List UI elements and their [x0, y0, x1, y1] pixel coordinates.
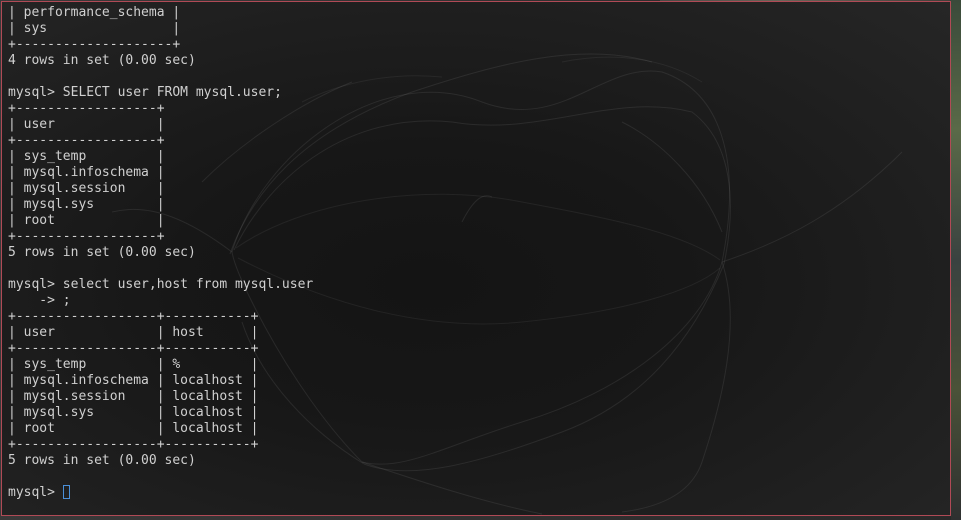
terminal-line: +--------------------+	[8, 37, 181, 52]
terminal-line: | mysql.sys |	[8, 197, 165, 212]
terminal-line: | mysql.session |	[8, 181, 165, 196]
terminal-line: | mysql.sys | localhost |	[8, 405, 259, 420]
terminal-line: | mysql.infoschema |	[8, 165, 165, 180]
terminal-line: +------------------+	[8, 133, 165, 148]
terminal-line: 4 rows in set (0.00 sec)	[8, 53, 196, 68]
mysql-prompt: mysql>	[8, 485, 63, 500]
terminal-line: 5 rows in set (0.00 sec)	[8, 453, 196, 468]
terminal-line: +------------------+	[8, 229, 165, 244]
terminal-line: | mysql.session | localhost |	[8, 389, 259, 404]
terminal-line: mysql> SELECT user FROM mysql.user;	[8, 85, 282, 100]
terminal-line: | root | localhost |	[8, 421, 259, 436]
terminal-line: +------------------+-----------+	[8, 437, 259, 452]
terminal-line: +------------------+-----------+	[8, 341, 259, 356]
terminal-line: | performance_schema |	[8, 5, 181, 20]
terminal-line: | user |	[8, 117, 165, 132]
terminal-line: +------------------+-----------+	[8, 309, 259, 324]
terminal-output[interactable]: | performance_schema | | sys | +----------…	[8, 5, 313, 501]
desktop-wallpaper-strip	[951, 0, 961, 520]
terminal-line: +------------------+	[8, 101, 165, 116]
terminal-line: | mysql.infoschema | localhost |	[8, 373, 259, 388]
terminal-line: | sys_temp | % |	[8, 357, 259, 372]
terminal-window[interactable]: | performance_schema | | sys | +----------…	[1, 1, 951, 516]
command-prompt-line[interactable]: mysql>	[8, 485, 313, 501]
terminal-line: | sys_temp |	[8, 149, 165, 164]
terminal-line: | root |	[8, 213, 165, 228]
terminal-line: -> ;	[8, 293, 71, 308]
terminal-line: 5 rows in set (0.00 sec)	[8, 245, 196, 260]
text-cursor[interactable]	[62, 485, 70, 499]
terminal-line: | user | host |	[8, 325, 259, 340]
terminal-line: | sys |	[8, 21, 181, 36]
terminal-line: mysql> select user,host from mysql.user	[8, 277, 314, 292]
